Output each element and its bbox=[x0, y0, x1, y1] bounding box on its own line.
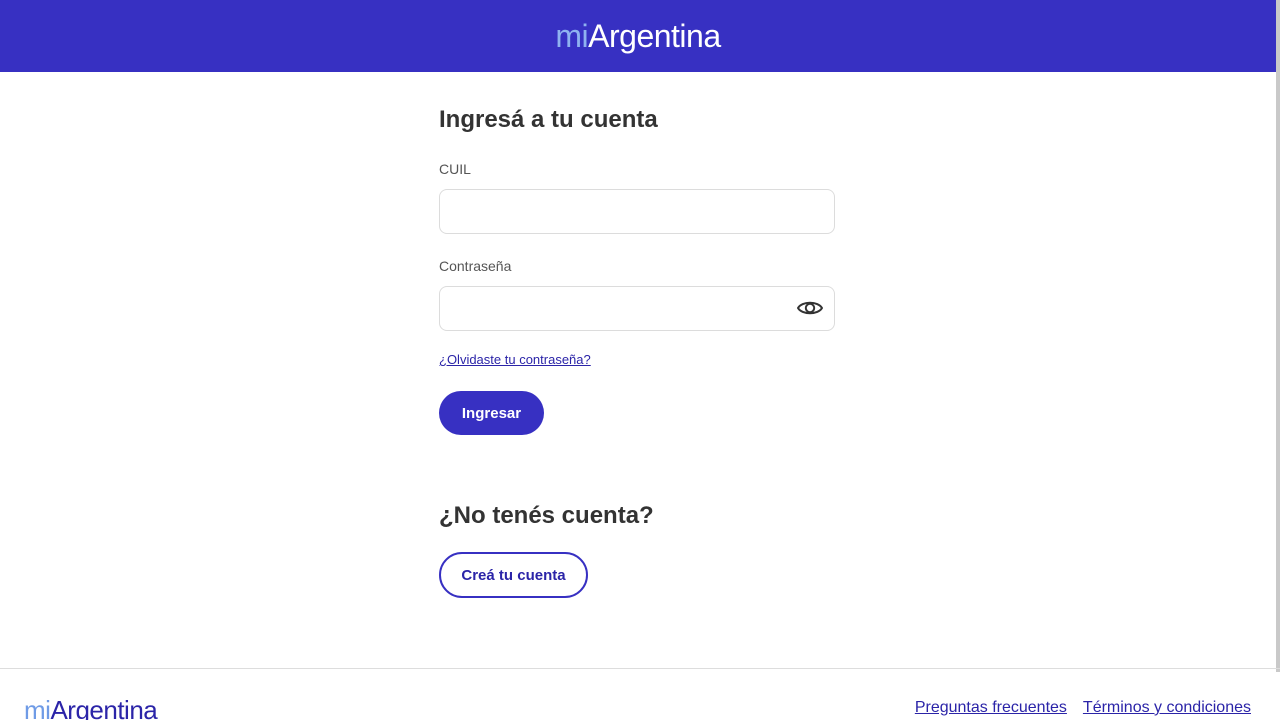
eye-icon bbox=[797, 301, 823, 315]
create-account-button[interactable]: Creá tu cuenta bbox=[439, 552, 588, 598]
password-input[interactable] bbox=[439, 286, 835, 331]
password-label: Contraseña bbox=[439, 258, 512, 274]
footer-logo-prefix: mi bbox=[24, 695, 51, 720]
footer-links: Preguntas frecuentes Términos y condicio… bbox=[915, 699, 1251, 717]
scrollbar-track[interactable] bbox=[1276, 0, 1280, 672]
footer-divider bbox=[0, 668, 1280, 669]
show-password-button[interactable] bbox=[795, 293, 825, 323]
header-logo[interactable]: miArgentina bbox=[555, 18, 721, 54]
top-header: miArgentina bbox=[0, 0, 1276, 72]
footer-logo-main: Argentina bbox=[50, 695, 158, 720]
logo-prefix: mi bbox=[555, 18, 589, 54]
scrollbar-thumb[interactable] bbox=[1276, 0, 1280, 672]
terms-link[interactable]: Términos y condiciones bbox=[1083, 699, 1251, 717]
cuil-label: CUIL bbox=[439, 161, 471, 177]
login-title: Ingresá a tu cuenta bbox=[439, 106, 658, 133]
signup-title: ¿No tenés cuenta? bbox=[439, 502, 654, 529]
cuil-input[interactable] bbox=[439, 189, 835, 234]
footer-logo[interactable]: miArgentina bbox=[24, 695, 158, 720]
login-page: miArgentina Ingresá a tu cuenta CUIL Con… bbox=[0, 0, 1280, 720]
faq-link[interactable]: Preguntas frecuentes bbox=[915, 699, 1067, 717]
login-button[interactable]: Ingresar bbox=[439, 391, 544, 435]
forgot-password-link[interactable]: ¿Olvidaste tu contraseña? bbox=[439, 352, 591, 367]
logo-main: Argentina bbox=[588, 18, 721, 54]
